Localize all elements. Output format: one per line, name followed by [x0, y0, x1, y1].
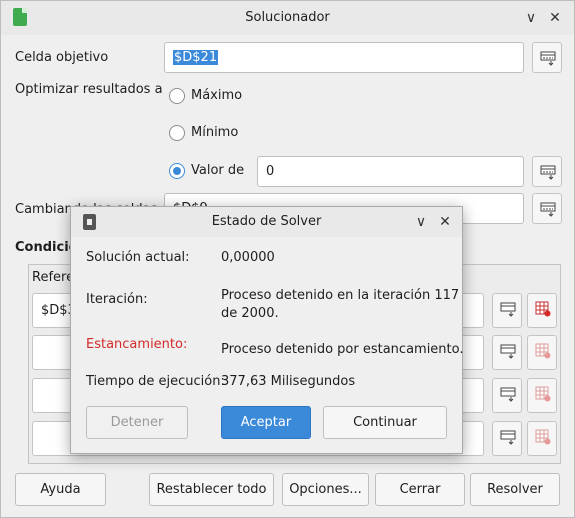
delete-condition-button[interactable] [527, 335, 557, 370]
current-solution-label: Solución actual: [86, 250, 190, 265]
shrink-changing-button[interactable] [532, 193, 562, 224]
shrink-condition-button[interactable] [492, 378, 522, 413]
shrink-condition-button[interactable] [492, 421, 522, 456]
run-time-label: Tiempo de ejecución: [86, 374, 225, 389]
accept-button[interactable]: Aceptar [221, 406, 311, 439]
shrink-icon [540, 51, 556, 66]
shrink-icon [540, 165, 556, 180]
title-bar: Solucionador ∨ ✕ [1, 1, 574, 35]
shrink-condition-button[interactable] [492, 335, 522, 370]
delete-row-icon [535, 301, 551, 317]
close-icon[interactable]: ✕ [545, 8, 565, 28]
options-button[interactable]: Opciones... [282, 473, 369, 506]
radio-minimum[interactable] [169, 125, 185, 141]
optimize-label: Optimizar resultados a [15, 82, 163, 97]
reset-all-button[interactable]: Restablecer todo [149, 473, 274, 506]
target-cell-label: Celda objetivo [15, 50, 109, 65]
delete-condition-button[interactable] [527, 378, 557, 413]
continue-button[interactable]: Continuar [323, 406, 447, 439]
current-solution-value: 0,00000 [221, 250, 275, 265]
iteration-value-line2: de 2000. [221, 306, 279, 321]
stagnation-value: Proceso detenido por estancamiento. [221, 342, 464, 357]
delete-row-icon [535, 343, 551, 359]
minimize-icon[interactable]: ∨ [521, 8, 541, 28]
dialog-title-bar: Estado de Solver ∨ ✕ [71, 207, 462, 237]
radio-value-of-label: Valor de [191, 163, 245, 178]
delete-condition-button[interactable] [527, 421, 557, 456]
iteration-label: Iteración: [86, 292, 148, 307]
stagnation-label: Estancamiento: [86, 337, 188, 352]
close-button[interactable]: Cerrar [375, 473, 465, 506]
target-cell-value: $D$21 [173, 50, 219, 65]
radio-maximum-label: Máximo [191, 88, 243, 103]
close-icon[interactable]: ✕ [435, 212, 455, 232]
shrink-icon [500, 387, 516, 402]
value-of-value: 0 [266, 164, 275, 179]
dialog-title: Estado de Solver [211, 214, 322, 229]
shrink-value-button[interactable] [532, 156, 562, 187]
shrink-condition-button[interactable] [492, 293, 522, 328]
radio-minimum-label: Mínimo [191, 125, 239, 140]
value-of-input[interactable]: 0 [257, 156, 524, 187]
solve-button[interactable]: Resolver [470, 473, 560, 506]
stop-button[interactable]: Detener [86, 406, 188, 439]
iteration-value-line1: Proceso detenido en la iteración 117 [221, 288, 460, 303]
target-cell-input[interactable]: $D$21 [164, 42, 524, 73]
radio-value-of[interactable] [169, 163, 185, 179]
minimize-icon[interactable]: ∨ [411, 212, 431, 232]
shrink-target-button[interactable] [532, 42, 562, 73]
shrink-icon [540, 202, 556, 217]
help-button[interactable]: Ayuda [15, 473, 106, 506]
delete-condition-button[interactable] [527, 293, 557, 328]
run-time-value: 377,63 Milisegundos [221, 374, 356, 389]
shrink-icon [500, 344, 516, 359]
shrink-icon [500, 430, 516, 445]
radio-maximum[interactable] [169, 88, 185, 104]
window-title: Solucionador [245, 10, 330, 25]
shrink-icon [500, 302, 516, 317]
delete-row-icon [535, 429, 551, 445]
solver-status-dialog: Estado de Solver ∨ ✕ Solución actual: 0,… [70, 206, 464, 454]
delete-row-icon [535, 386, 551, 402]
